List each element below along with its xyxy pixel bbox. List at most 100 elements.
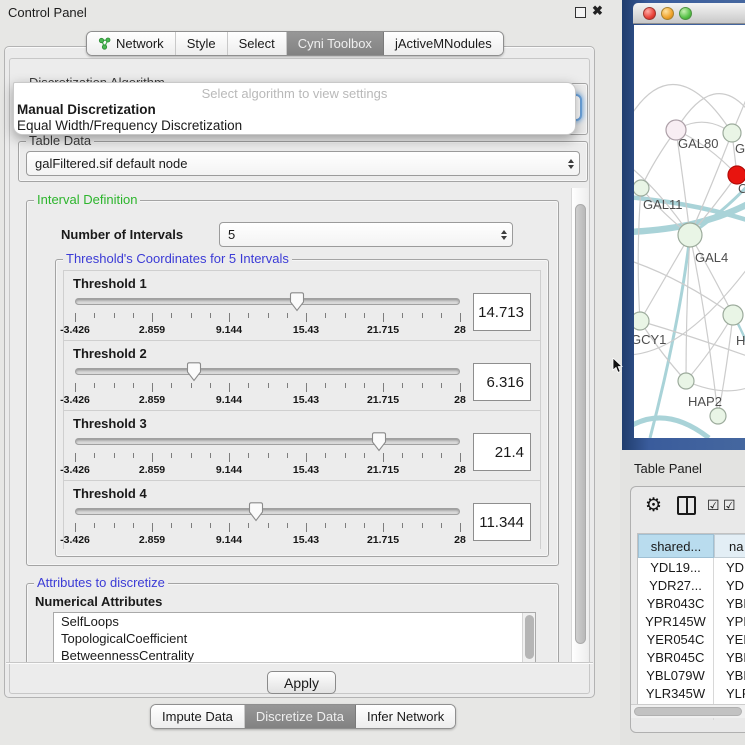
checkbox-icon[interactable]: ☑	[723, 497, 736, 514]
slider-tick-labels: -3.4262.8599.14415.4321.71528	[75, 464, 460, 476]
number-of-intervals-label: Number of Intervals	[61, 227, 183, 242]
cell-name[interactable]: YDR2	[714, 576, 745, 594]
cell-shared-name[interactable]: YBR043C	[638, 594, 714, 612]
slider-thumb-icon[interactable]	[186, 362, 202, 382]
slider-tick	[402, 523, 403, 528]
slider-tick	[441, 453, 442, 458]
cell-shared-name[interactable]: YLR345W	[638, 684, 714, 702]
table-row[interactable]: YPR145WYPR1	[638, 612, 745, 630]
table-data-combobox[interactable]: galFiltered.sif default node	[26, 151, 580, 176]
cell-shared-name[interactable]: YDL19...	[638, 558, 714, 576]
slider-tick	[268, 453, 269, 458]
network-canvas[interactable]: GAL80GACGAL11GAL4GCY1HHAP2	[634, 25, 745, 438]
network-node-hap2[interactable]	[678, 373, 694, 389]
close-window-icon[interactable]	[643, 7, 656, 20]
table-row[interactable]: YDL19...YDL1	[638, 558, 745, 576]
slider-thumb-icon[interactable]	[371, 432, 387, 452]
cell-shared-name[interactable]: YBL079W	[638, 666, 714, 684]
cell-shared-name[interactable]: YBR045C	[638, 648, 714, 666]
threshold-value-field[interactable]: 6.316	[473, 363, 531, 401]
table-row[interactable]: YER054CYER0	[638, 630, 745, 648]
tab-cyni-toolbox[interactable]: Cyni Toolbox	[287, 32, 384, 55]
threshold-slider[interactable]: -3.4262.8599.14415.4321.71528	[75, 292, 460, 338]
slider-tick	[248, 313, 249, 318]
threshold-value-field[interactable]: 11.344	[473, 503, 531, 541]
cell-name[interactable]: YLR3	[714, 684, 745, 702]
minimize-window-icon[interactable]	[661, 7, 674, 20]
threshold-value-field[interactable]: 14.713	[473, 293, 531, 331]
float-window-icon[interactable]	[575, 7, 586, 18]
slider-track[interactable]	[75, 438, 460, 445]
slider-tick	[345, 453, 346, 458]
slider-tick	[210, 523, 211, 528]
attribute-list-item[interactable]: BetweennessCentrality	[54, 647, 535, 662]
tab-jactivemnodules[interactable]: jActiveMNodules	[384, 32, 503, 55]
checkbox-icon[interactable]: ☑	[707, 497, 720, 514]
cell-name[interactable]: YDL1	[714, 558, 745, 576]
column-header-shared-name[interactable]: shared...	[638, 534, 714, 558]
attributes-scrollbar-thumb[interactable]	[525, 615, 534, 659]
slider-track[interactable]	[75, 298, 460, 305]
slider-track[interactable]	[75, 508, 460, 515]
cell-shared-name[interactable]: YPR145W	[638, 612, 714, 630]
network-node-gal11[interactable]	[634, 180, 649, 196]
table-row[interactable]: YDR27...YDR2	[638, 576, 745, 594]
threshold-label: Threshold 3	[73, 416, 531, 431]
split-columns-icon[interactable]	[677, 496, 696, 515]
slider-tick	[191, 453, 192, 458]
gear-icon[interactable]: ⚙	[645, 494, 662, 517]
cell-shared-name[interactable]: YER054C	[638, 630, 714, 648]
slider-tick	[306, 523, 307, 532]
network-node-label: GCY1	[634, 332, 666, 347]
interval-definition-group: Interval Definition Number of Intervals …	[26, 200, 559, 566]
tab-network[interactable]: Network	[87, 32, 176, 55]
network-node-ga[interactable]	[723, 124, 741, 142]
slider-thumb-icon[interactable]	[248, 502, 264, 522]
network-node[interactable]	[710, 408, 726, 424]
table-row[interactable]: YBL079WYBL0	[638, 666, 745, 684]
table-row[interactable]: YBR043CYBR0	[638, 594, 745, 612]
numerical-attributes-list[interactable]: SelfLoopsTopologicalCoefficientBetweenne…	[53, 612, 536, 662]
attribute-list-item[interactable]: TopologicalCoefficient	[54, 630, 535, 647]
network-node-gal4[interactable]	[678, 223, 702, 247]
network-node-h[interactable]	[723, 305, 743, 325]
close-panel-icon[interactable]: ✖	[592, 3, 603, 19]
threshold-slider[interactable]: -3.4262.8599.14415.4321.71528	[75, 502, 460, 548]
cell-shared-name[interactable]: YDR27...	[638, 576, 714, 594]
dropdown-option-manual-discretization[interactable]: Manual Discretization	[14, 101, 575, 117]
tab-style[interactable]: Style	[176, 32, 228, 55]
attribute-list-item[interactable]: SelfLoops	[54, 613, 535, 630]
tab-select[interactable]: Select	[228, 32, 287, 55]
column-header-name[interactable]: na	[714, 534, 745, 558]
combobox-stepper-icon[interactable]	[563, 159, 579, 169]
panel-scrollbar[interactable]	[571, 188, 588, 662]
table-row[interactable]: YBR045CYBR0	[638, 648, 745, 666]
cell-name[interactable]: YBR0	[714, 648, 745, 666]
threshold-slider[interactable]: -3.4262.8599.14415.4321.71528	[75, 432, 460, 478]
network-window-titlebar[interactable]	[633, 3, 745, 24]
number-of-intervals-combobox[interactable]: 5	[219, 222, 513, 247]
cell-name[interactable]: YBL0	[714, 666, 745, 684]
threshold-slider[interactable]: -3.4262.8599.14415.4321.71528	[75, 362, 460, 408]
dropdown-option-equal-width-frequency[interactable]: Equal Width/Frequency Discretization	[14, 117, 575, 133]
tab-infer-network[interactable]: Infer Network	[356, 705, 455, 728]
slider-track[interactable]	[75, 368, 460, 375]
cell-name[interactable]: YBR0	[714, 594, 745, 612]
cell-name[interactable]: YER0	[714, 630, 745, 648]
slider-thumb-icon[interactable]	[289, 292, 305, 312]
attributes-scrollbar[interactable]	[522, 613, 535, 662]
apply-button[interactable]: Apply	[267, 671, 336, 694]
tab-impute-data[interactable]: Impute Data	[151, 705, 245, 728]
zoom-window-icon[interactable]	[679, 7, 692, 20]
combobox-stepper-icon[interactable]	[496, 230, 512, 240]
table-row[interactable]: YLR345WYLR3	[638, 684, 745, 702]
tab-discretize-data[interactable]: Discretize Data	[245, 705, 356, 728]
threshold-value-field[interactable]: 21.4	[473, 433, 531, 471]
cell-name[interactable]: YPR1	[714, 612, 745, 630]
network-node-gcy1[interactable]	[634, 312, 649, 330]
table-horizontal-scrollbar[interactable]	[631, 704, 745, 718]
slider-tick	[210, 453, 211, 458]
table-hscrollbar-thumb[interactable]	[634, 707, 742, 716]
panel-scrollbar-thumb[interactable]	[575, 204, 586, 644]
slider-tick	[422, 453, 423, 458]
